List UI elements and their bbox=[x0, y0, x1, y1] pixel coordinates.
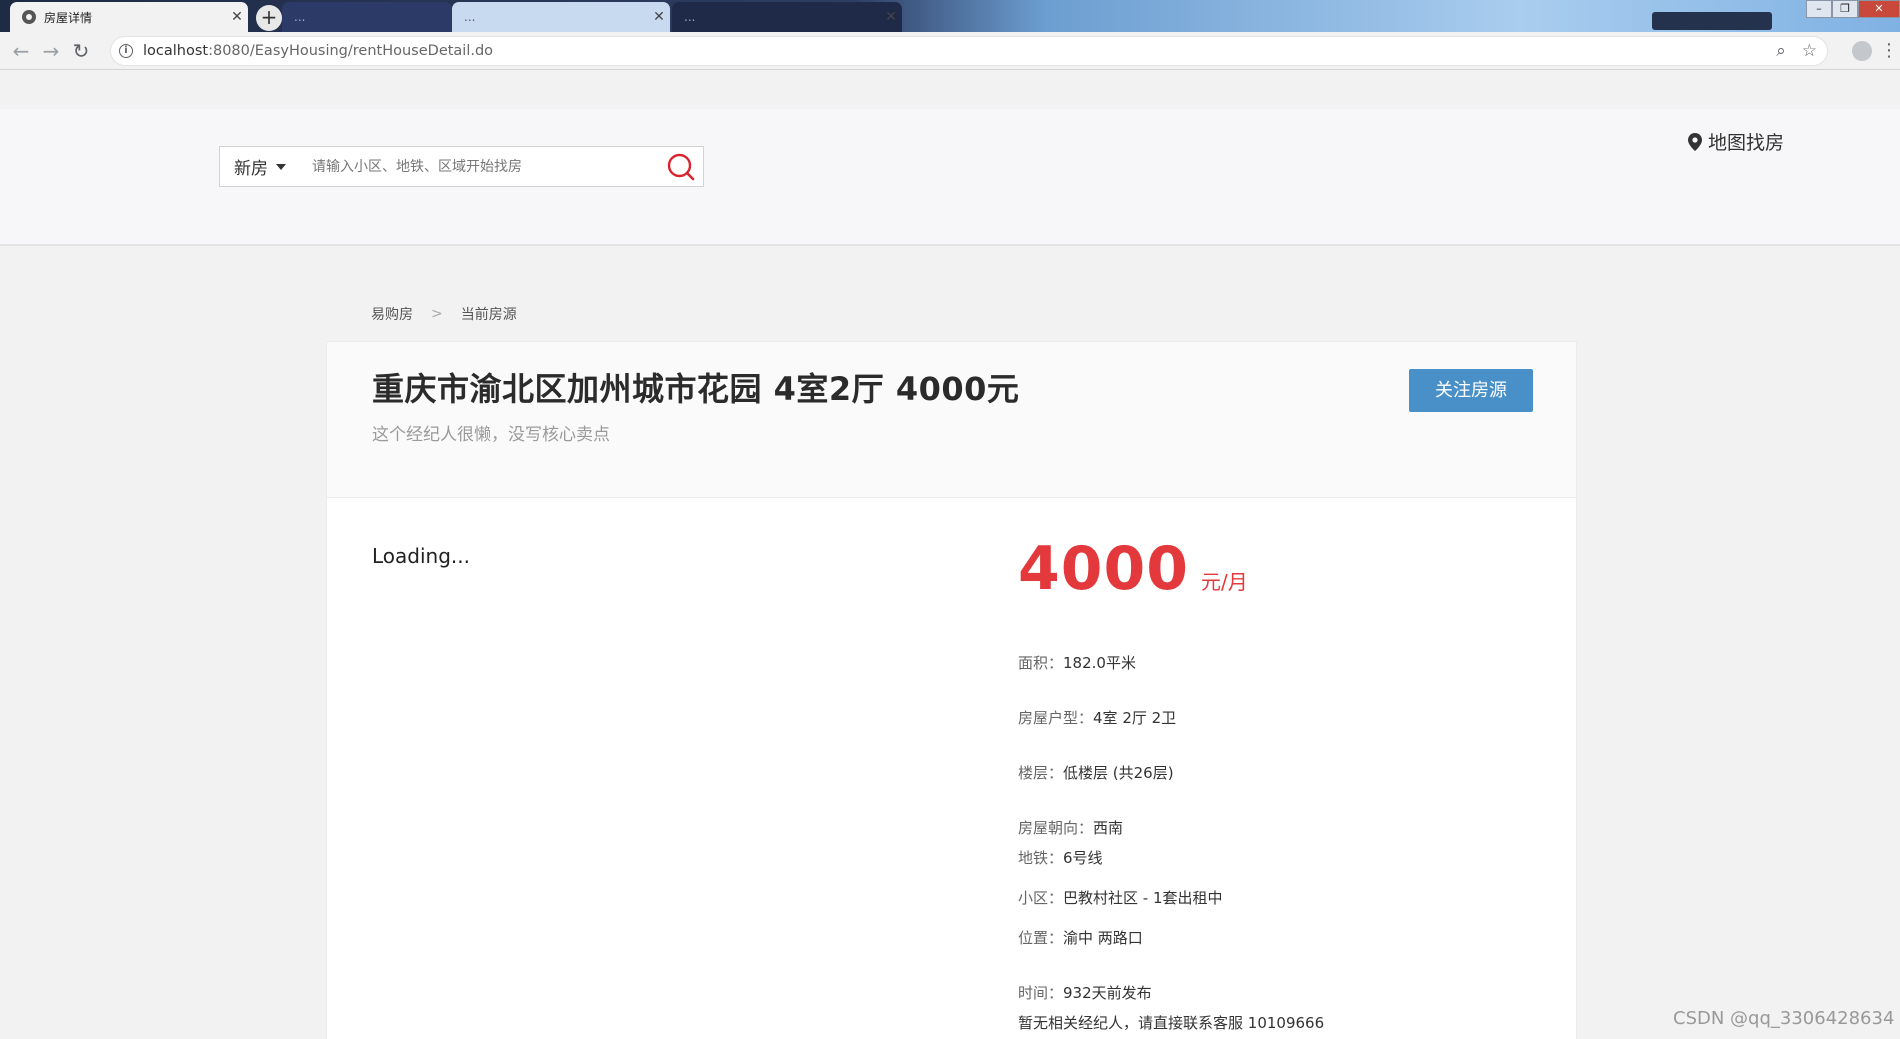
minimize-icon[interactable]: – bbox=[1806, 0, 1832, 18]
detail-floor: 楼层：低楼层 (共26层) bbox=[1018, 762, 1174, 783]
detail-layout: 房屋户型：4室 2厅 2卫 bbox=[1018, 707, 1176, 728]
browser-tab-background[interactable]: ... ✕ bbox=[452, 2, 670, 32]
search-icon bbox=[667, 153, 695, 180]
detail-value: 6号线 bbox=[1063, 849, 1103, 867]
more-menu-icon[interactable]: ⋮ bbox=[1880, 40, 1898, 61]
detail-community: 小区：巴教村社区 - 1套出租中 bbox=[1018, 887, 1223, 908]
contact-note: 暂无相关经纪人，请直接联系客服 10109666 bbox=[1018, 1014, 1325, 1032]
image-gallery-loading: Loading... bbox=[372, 544, 470, 568]
detail-value: 932天前发布 bbox=[1063, 984, 1152, 1002]
detail-location: 位置：渝中 两路口 bbox=[1018, 927, 1143, 948]
search-type-dropdown[interactable]: 新房 bbox=[220, 154, 300, 179]
back-arrow-icon[interactable]: ← bbox=[6, 36, 36, 66]
price-unit: 元/月 bbox=[1201, 570, 1248, 594]
house-card-body: Loading... 4000 元/月 面积：182.0平米 房屋户型：4室 2… bbox=[326, 498, 1577, 1039]
browser-tab-background[interactable]: ... ✕ bbox=[672, 2, 902, 32]
search-box: 新房 bbox=[219, 146, 704, 187]
detail-value: 182.0平米 bbox=[1063, 654, 1136, 672]
profile-avatar-icon[interactable] bbox=[1852, 41, 1872, 61]
restore-icon[interactable]: ❐ bbox=[1832, 0, 1858, 18]
detail-key: 楼层： bbox=[1018, 764, 1064, 782]
browser-tab-active[interactable]: 房屋详情 ✕ bbox=[10, 2, 248, 32]
detail-key: 小区： bbox=[1018, 889, 1064, 907]
price-value: 4000 bbox=[1018, 534, 1189, 604]
info-icon[interactable]: i bbox=[119, 44, 133, 58]
star-icon[interactable]: ☆ bbox=[1802, 41, 1817, 61]
detail-area: 面积：182.0平米 bbox=[1018, 652, 1136, 673]
house-subtitle: 这个经纪人很懒，没写核心卖点 bbox=[372, 425, 610, 445]
tab-title: ... bbox=[294, 10, 306, 24]
omnibox-actions: ⌕ ☆ bbox=[1776, 41, 1817, 61]
address-bar[interactable]: i localhost:8080/EasyHousing/rentHouseDe… bbox=[110, 36, 1828, 66]
browser-tab-bar: 房屋详情 ✕ + ... ... ✕ ... ✕ – ❐ ✕ bbox=[0, 0, 1900, 32]
page-top-gap bbox=[0, 71, 1900, 109]
house-title: 重庆市渝北区加州城市花园 4室2厅 4000元 bbox=[372, 370, 1020, 408]
window-close-icon[interactable]: ✕ bbox=[1858, 0, 1900, 18]
breadcrumb-current: 当前房源 bbox=[460, 307, 517, 323]
detail-subway: 地铁：6号线 bbox=[1018, 847, 1103, 868]
tab-title: ... bbox=[684, 10, 696, 24]
zoom-icon[interactable]: ⌕ bbox=[1776, 41, 1786, 61]
detail-value: 4室 2厅 2卫 bbox=[1093, 709, 1177, 727]
detail-time: 时间：932天前发布 bbox=[1018, 982, 1152, 1003]
search-input[interactable] bbox=[300, 147, 659, 186]
reload-icon[interactable]: ↻ bbox=[66, 36, 96, 66]
search-button[interactable] bbox=[659, 148, 703, 186]
tab-title: 房屋详情 bbox=[44, 10, 93, 25]
detail-value: 西南 bbox=[1093, 819, 1124, 837]
detail-key: 地铁： bbox=[1018, 849, 1064, 867]
watermark: CSDN @qq_3306428634 bbox=[1673, 1008, 1895, 1029]
detail-value: 渝中 两路口 bbox=[1063, 929, 1143, 947]
search-type-label: 新房 bbox=[234, 159, 268, 179]
detail-value: 低楼层 (共26层) bbox=[1063, 764, 1174, 782]
forward-arrow-icon[interactable]: → bbox=[36, 36, 66, 66]
url-host: localhost bbox=[143, 43, 209, 59]
url-path: :8080/EasyHousing/rentHouseDetail.do bbox=[208, 43, 494, 59]
url-text: localhost:8080/EasyHousing/rentHouseDeta… bbox=[143, 43, 493, 59]
detail-key: 房屋朝向： bbox=[1018, 819, 1094, 837]
breadcrumb-home[interactable]: 易购房 bbox=[371, 304, 413, 324]
caret-down-icon bbox=[276, 163, 286, 170]
map-search-link[interactable]: 地图找房 bbox=[1688, 128, 1784, 155]
tab-close-icon[interactable]: ✕ bbox=[226, 9, 248, 25]
globe-icon bbox=[22, 10, 36, 24]
browser-toolbar: ← → ↻ i localhost:8080/EasyHousing/rentH… bbox=[0, 32, 1900, 70]
detail-key: 房屋户型： bbox=[1018, 709, 1094, 727]
detail-orientation: 房屋朝向：西南 bbox=[1018, 817, 1123, 838]
detail-key: 面积： bbox=[1018, 654, 1064, 672]
detail-key: 时间： bbox=[1018, 984, 1064, 1002]
map-pin-icon bbox=[1688, 132, 1702, 151]
chevron-right-icon: > bbox=[431, 306, 443, 322]
map-link-label: 地图找房 bbox=[1708, 132, 1785, 154]
detail-key: 位置： bbox=[1018, 929, 1064, 947]
tab-close-icon[interactable]: ✕ bbox=[648, 9, 670, 25]
new-tab-button[interactable]: + bbox=[256, 5, 282, 31]
tab-title: ... bbox=[464, 10, 476, 24]
follow-house-button[interactable]: 关注房源 bbox=[1409, 369, 1533, 412]
detail-value[interactable]: 巴教村社区 - 1套出租中 bbox=[1063, 889, 1223, 907]
browser-tab-background[interactable]: ... bbox=[282, 2, 452, 32]
taskbar-label bbox=[1652, 12, 1772, 30]
breadcrumb: 易购房 > 当前房源 bbox=[371, 304, 517, 324]
price-block: 4000 元/月 bbox=[1018, 534, 1248, 604]
house-card-header: 重庆市渝北区加州城市花园 4室2厅 4000元 这个经纪人很懒，没写核心卖点 关… bbox=[326, 341, 1577, 498]
site-header: 新房 地图找房 bbox=[0, 109, 1900, 246]
tab-close-icon[interactable]: ✕ bbox=[880, 9, 902, 25]
window-controls: – ❐ ✕ bbox=[1806, 0, 1900, 18]
